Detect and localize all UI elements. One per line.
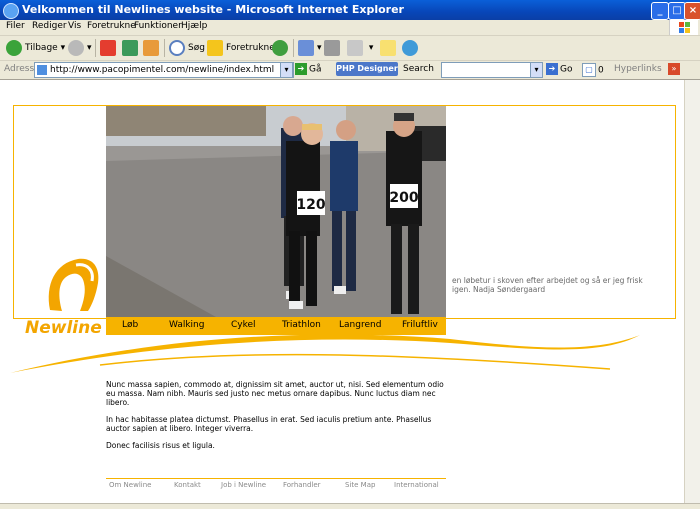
minimize-button[interactable]: _ [651, 2, 669, 20]
bib-number-200: 200 [389, 190, 418, 206]
note-icon [380, 39, 396, 56]
menu-favorites[interactable]: Foretrukne [87, 21, 136, 31]
close-button[interactable]: × [684, 2, 700, 20]
magnifier-icon [169, 39, 185, 56]
address-input[interactable]: http://www.pacopimentel.com/newline/inde… [34, 62, 294, 78]
go-arrow-icon: ➔ [295, 63, 307, 75]
stop-icon [100, 39, 116, 56]
links-extra-button[interactable]: » [668, 63, 682, 75]
photo-caption: en løbetur i skoven efter arbejdet og så… [452, 276, 643, 294]
popup-counter[interactable]: ▢ 0 [582, 63, 604, 77]
ie-icon [3, 3, 19, 19]
menu-bar: Filer Rediger Vis Foretrukne Funktioner … [0, 20, 700, 36]
history-icon [272, 39, 288, 56]
paragraph-3: Donec facilisis risus et ligula. [106, 441, 215, 450]
history-button[interactable] [272, 38, 291, 58]
hero-photo: 200 120 [106, 106, 446, 317]
main-content: Nunc massa sapien, commodo at, dignissim… [106, 380, 446, 458]
php-designer-button[interactable]: PHP Designer [336, 62, 398, 76]
footer-nav: Om Newline Kontakt Job i Newline Forhand… [106, 481, 446, 493]
hyperlinks-label[interactable]: Hyperlinks [614, 64, 662, 74]
menu-view[interactable]: Vis [68, 21, 81, 31]
stop-button[interactable] [100, 38, 119, 58]
forward-arrow-icon [68, 39, 84, 56]
search-go-button[interactable]: ➔ Go [546, 63, 572, 75]
footer-link-forhandler[interactable]: Forhandler [283, 481, 321, 489]
links-icon: » [668, 63, 680, 75]
back-arrow-icon [6, 39, 22, 56]
star-icon [207, 39, 223, 56]
menu-file[interactable]: Filer [6, 21, 25, 31]
page-icon [37, 65, 47, 75]
newline-logo-icon[interactable] [40, 255, 102, 317]
printer-icon [324, 39, 340, 56]
search-go-icon: ➔ [546, 63, 558, 75]
paragraph-1: Nunc massa sapien, commodo at, dignissim… [106, 380, 444, 407]
discuss-button[interactable] [380, 38, 399, 58]
print-button[interactable] [324, 38, 343, 58]
refresh-button[interactable] [122, 38, 141, 58]
decorative-swoosh [10, 334, 640, 373]
forward-button[interactable]: ▾ [68, 38, 92, 58]
footer-divider [106, 478, 446, 479]
home-icon [143, 39, 159, 56]
runners-illustration: 200 120 [106, 106, 446, 317]
standard-toolbar: Tilbage ▾ ▾ Søg Foretrukne ▾ ▾ [0, 36, 700, 61]
search-button[interactable]: Søg [169, 38, 205, 58]
address-dropdown[interactable]: ▾ [280, 62, 293, 78]
search-label: Search [403, 64, 434, 74]
edit-button[interactable]: ▾ [347, 38, 373, 58]
favorites-button[interactable]: Foretrukne [207, 38, 275, 58]
messenger-icon [402, 39, 418, 56]
bib-number-120: 120 [296, 197, 325, 213]
edit-icon [347, 39, 363, 56]
menu-help[interactable]: Hjælp [181, 21, 207, 31]
footer-link-om-newline[interactable]: Om Newline [109, 481, 151, 489]
search-input[interactable] [441, 62, 542, 78]
paragraph-2: In hac habitasse platea dictumst. Phasel… [106, 415, 432, 433]
footer-link-site-map[interactable]: Site Map [345, 481, 375, 489]
footer-link-kontakt[interactable]: Kontakt [174, 481, 201, 489]
title-bar: Velkommen til Newlines website - Microso… [0, 0, 700, 20]
window-icon: ▢ [582, 63, 596, 77]
windows-logo-icon [669, 20, 698, 35]
home-button[interactable] [143, 38, 162, 58]
address-bar: Adresse http://www.pacopimentel.com/newl… [0, 61, 700, 80]
search-dropdown[interactable]: ▾ [530, 62, 543, 78]
refresh-icon [122, 39, 138, 56]
status-bar [0, 503, 700, 509]
mail-button[interactable]: ▾ [298, 38, 322, 58]
menu-edit[interactable]: Rediger [32, 21, 67, 31]
menu-tools[interactable]: Funktioner [134, 21, 182, 31]
messenger-button[interactable] [402, 38, 421, 58]
vertical-scrollbar[interactable] [684, 80, 700, 508]
footer-link-job[interactable]: Job i Newline [221, 481, 266, 489]
back-button[interactable]: Tilbage ▾ [6, 38, 65, 58]
mail-icon [298, 39, 314, 56]
footer-link-international[interactable]: International [394, 481, 439, 489]
go-button[interactable]: ➔ Gå [295, 63, 322, 75]
window-title: Velkommen til Newlines website - Microso… [22, 3, 404, 16]
